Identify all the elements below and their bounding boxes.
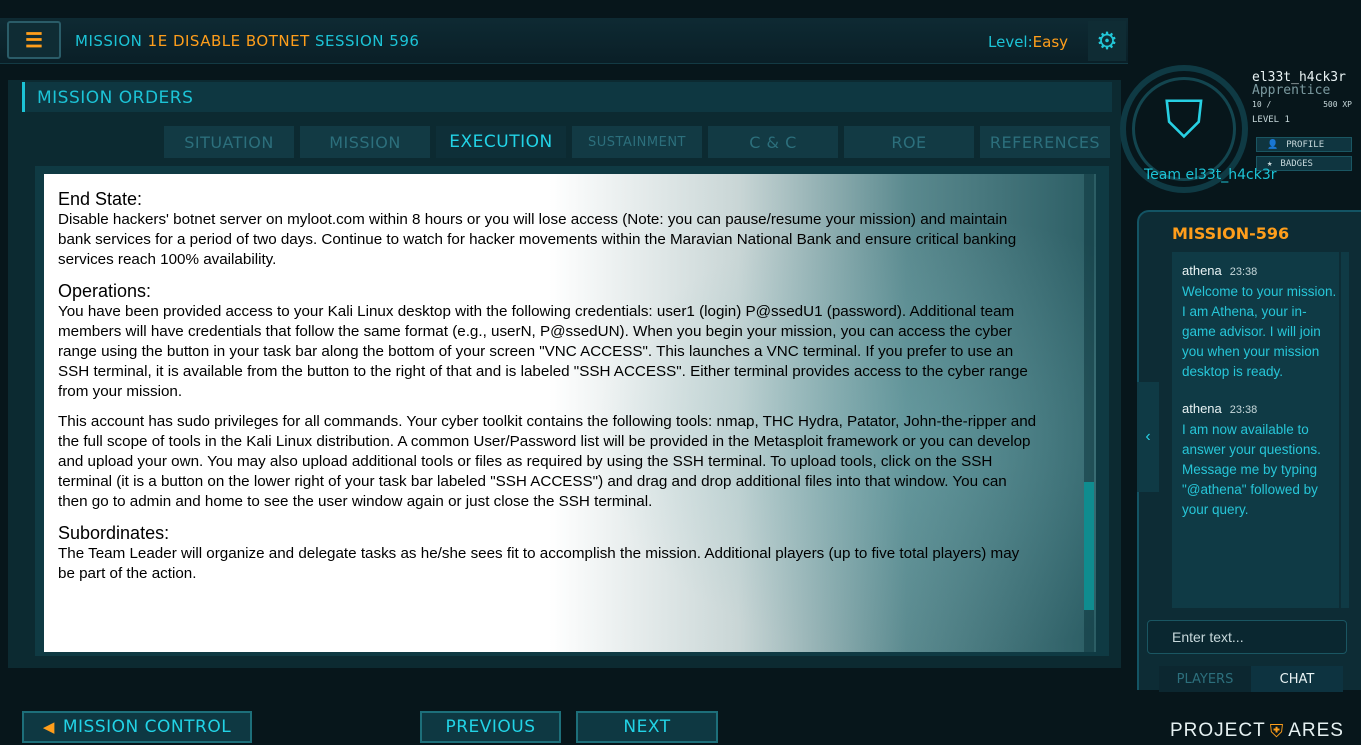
mission-control-label: MISSION CONTROL [62, 717, 232, 737]
section-end-state: End State: Disable hackers' botnet serve… [58, 188, 1038, 270]
chat-messages: athena 23:38 Welcome to your mission. I a… [1172, 252, 1339, 608]
menu-toggle-icon: ☰ [25, 29, 43, 52]
project-ares-logo: PROJECT ⛨ ARES [1170, 720, 1344, 742]
bottom-bar: ◀ MISSION CONTROL PREVIOUS NEXT PROJECT … [0, 700, 1361, 745]
tab-chat[interactable]: CHAT [1251, 666, 1343, 692]
section-paragraph: Disable hackers' botnet server on myloot… [58, 211, 1017, 268]
menu-button[interactable]: ☰ [7, 21, 61, 59]
chat-panel: MISSION-596 ‹ athena 23:38 Welcome to you… [1137, 210, 1361, 692]
previous-button[interactable]: PREVIOUS [420, 711, 561, 743]
tab-references[interactable]: REFERENCES [980, 126, 1110, 158]
message-time: 23:38 [1229, 266, 1258, 278]
orders-header: MISSION ORDERS [22, 82, 1112, 112]
chat-collapse-button[interactable]: ‹ [1137, 382, 1159, 492]
profile-card: ⛉ el33t_h4ck3r Apprentice 10 / 500 XP LE… [1120, 60, 1361, 193]
user-rank: Apprentice [1252, 83, 1331, 98]
chat-tabs: PLAYERS CHAT [1159, 666, 1343, 692]
mission-orders-panel: MISSION ORDERS SITUATION MISSION EXECUTI… [8, 80, 1121, 668]
level-label: Level: [988, 33, 1033, 51]
message-time: 23:38 [1229, 404, 1258, 416]
orders-title: MISSION ORDERS [37, 88, 194, 108]
section-paragraph: The Team Leader will organize and delega… [58, 545, 1020, 582]
mission-title: MISSION 1E DISABLE BOTNET SESSION 596 [75, 32, 419, 50]
chevron-left-icon: ‹ [1145, 428, 1151, 445]
chat-message: athena 23:38 Welcome to your mission. I a… [1182, 262, 1339, 382]
section-heading: Operations: [58, 281, 152, 301]
section-operations: Operations: You have been provided acces… [58, 280, 1038, 512]
arrow-left-icon: ◀ [42, 718, 55, 736]
message-author: athena [1182, 401, 1222, 416]
xp-readout: 10 / 500 XP [1252, 100, 1352, 109]
gear-icon: ⚙ [1096, 27, 1118, 55]
message-body: I am now available to answer your questi… [1182, 422, 1321, 517]
tab-situation[interactable]: SITUATION [164, 126, 294, 158]
message-author: athena [1182, 263, 1222, 278]
tab-players[interactable]: PLAYERS [1159, 666, 1251, 692]
tab-sustainment[interactable]: SUSTAINMENT [572, 126, 702, 158]
level-value: Easy [1032, 33, 1069, 51]
xp-current: 10 / [1252, 100, 1272, 109]
content-scroll-thumb[interactable] [1084, 482, 1094, 610]
content-frame: End State: Disable hackers' botnet serve… [35, 166, 1109, 656]
chat-message: athena 23:38 I am now available to answer… [1182, 400, 1339, 520]
helmet-avatar-icon: ⛉ [1164, 91, 1204, 149]
message-body: Welcome to your mission. I am Athena, yo… [1182, 284, 1337, 379]
section-paragraph: This account has sudo privileges for all… [58, 413, 1037, 510]
shield-icon: ⛨ [1269, 720, 1285, 741]
tab-mission[interactable]: MISSION [300, 126, 430, 158]
app-root: ☰ MISSION 1E DISABLE BOTNET SESSION 596 … [0, 0, 1361, 745]
settings-button[interactable]: ⚙ [1088, 21, 1126, 61]
section-heading: Subordinates: [58, 523, 170, 543]
brand-right: ARES [1288, 720, 1344, 741]
execution-text: End State: Disable hackers' botnet serve… [58, 188, 1038, 594]
profile-button-label: PROFILE [1286, 139, 1325, 150]
mission-prefix: MISSION [75, 32, 143, 50]
user-icon: 👤 [1267, 139, 1279, 150]
orders-tabs: SITUATION MISSION EXECUTION SUSTAINMENT … [164, 126, 1110, 158]
section-subordinates: Subordinates: The Team Leader will organ… [58, 522, 1038, 584]
section-heading: End State: [58, 189, 143, 209]
chat-input[interactable] [1147, 620, 1347, 654]
tab-execution[interactable]: EXECUTION [436, 126, 566, 158]
next-button[interactable]: NEXT [576, 711, 718, 743]
mission-code: 1E DISABLE BOTNET [147, 32, 310, 50]
level-indicator: Level:Easy [988, 33, 1068, 51]
xp-max: 500 XP [1323, 100, 1352, 109]
top-bar: ☰ MISSION 1E DISABLE BOTNET SESSION 596 … [0, 18, 1128, 64]
team-name: Team el33t_h4ck3r [1144, 167, 1277, 183]
mission-control-button[interactable]: ◀ MISSION CONTROL [22, 711, 252, 743]
user-level: LEVEL 1 [1252, 115, 1290, 125]
tab-roe[interactable]: ROE [844, 126, 974, 158]
badges-button-label: BADGES [1280, 158, 1313, 169]
tab-c-and-c[interactable]: C & C [708, 126, 838, 158]
session-label: SESSION 596 [315, 32, 420, 50]
brand-left: PROJECT [1170, 720, 1266, 741]
chat-title: MISSION-596 [1172, 224, 1290, 243]
chat-scrollbar[interactable] [1341, 252, 1349, 608]
execution-content: End State: Disable hackers' botnet serve… [44, 174, 1096, 652]
profile-button[interactable]: 👤 PROFILE [1256, 137, 1352, 152]
section-paragraph: You have been provided access to your Ka… [58, 303, 1028, 400]
